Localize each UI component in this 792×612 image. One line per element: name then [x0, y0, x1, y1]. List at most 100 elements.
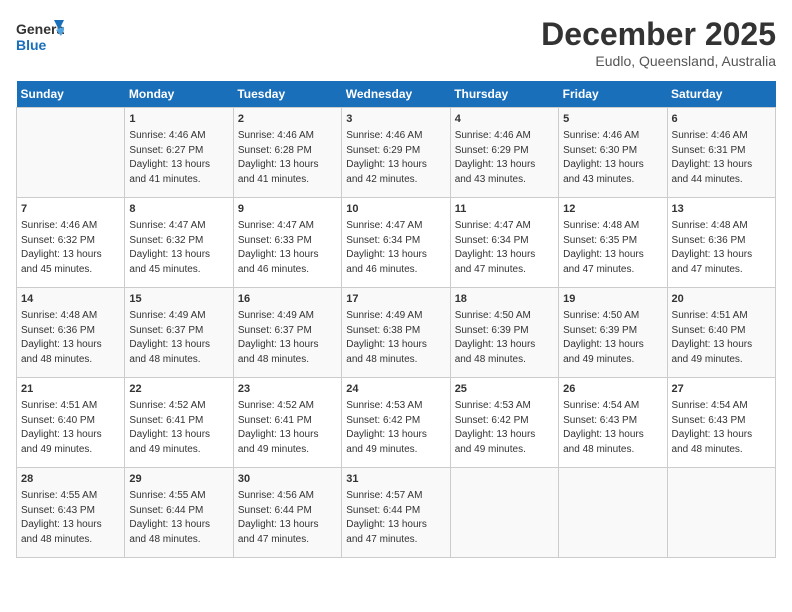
svg-text:Blue: Blue — [16, 37, 47, 53]
cell-content: Sunrise: 4:46 AM Sunset: 6:30 PM Dayligh… — [563, 129, 662, 187]
cell-content: Sunrise: 4:54 AM Sunset: 6:43 PM Dayligh… — [563, 399, 662, 457]
cell-content: Sunrise: 4:47 AM Sunset: 6:34 PM Dayligh… — [455, 219, 554, 277]
day-number: 18 — [455, 292, 554, 307]
day-number: 6 — [672, 112, 771, 127]
calendar-table: SundayMondayTuesdayWednesdayThursdayFrid… — [16, 81, 776, 558]
day-number: 15 — [129, 292, 228, 307]
cell-content: Sunrise: 4:46 AM Sunset: 6:29 PM Dayligh… — [455, 129, 554, 187]
calendar-cell: 5 Sunrise: 4:46 AM Sunset: 6:30 PM Daylig… — [559, 108, 667, 198]
cell-content: Sunrise: 4:55 AM Sunset: 6:43 PM Dayligh… — [21, 489, 120, 547]
day-number: 17 — [346, 292, 445, 307]
calendar-cell: 20 Sunrise: 4:51 AM Sunset: 6:40 PM Dayli… — [667, 288, 775, 378]
calendar-cell — [450, 468, 558, 558]
calendar-cell: 13 Sunrise: 4:48 AM Sunset: 6:36 PM Dayli… — [667, 198, 775, 288]
day-number: 11 — [455, 202, 554, 217]
subtitle: Eudlo, Queensland, Australia — [541, 53, 776, 69]
day-number: 23 — [238, 382, 337, 397]
day-number: 20 — [672, 292, 771, 307]
week-row-1: 1 Sunrise: 4:46 AM Sunset: 6:27 PM Daylig… — [17, 108, 776, 198]
calendar-cell — [559, 468, 667, 558]
cell-content: Sunrise: 4:51 AM Sunset: 6:40 PM Dayligh… — [21, 399, 120, 457]
calendar-cell: 10Sunrise: 4:47 AM Sunset: 6:34 PM Dayli… — [342, 198, 450, 288]
day-number: 31 — [346, 472, 445, 487]
day-number: 16 — [238, 292, 337, 307]
header-cell-sunday: Sunday — [17, 81, 125, 108]
cell-content: Sunrise: 4:46 AM Sunset: 6:32 PM Dayligh… — [21, 219, 120, 277]
cell-content: Sunrise: 4:57 AM Sunset: 6:44 PM Dayligh… — [346, 489, 445, 547]
calendar-cell: 1 Sunrise: 4:46 AM Sunset: 6:27 PM Daylig… — [125, 108, 233, 198]
day-number: 25 — [455, 382, 554, 397]
day-number: 30 — [238, 472, 337, 487]
calendar-cell: 16 Sunrise: 4:49 AM Sunset: 6:37 PM Dayli… — [233, 288, 341, 378]
calendar-cell — [667, 468, 775, 558]
calendar-cell: 7 Sunrise: 4:46 AM Sunset: 6:32 PM Daylig… — [17, 198, 125, 288]
calendar-cell: 23 Sunrise: 4:52 AM Sunset: 6:41 PM Dayli… — [233, 378, 341, 468]
calendar-cell: 30 Sunrise: 4:56 AM Sunset: 6:44 PM Dayli… — [233, 468, 341, 558]
cell-content: Sunrise: 4:48 AM Sunset: 6:36 PM Dayligh… — [672, 219, 771, 277]
calendar-cell: 22 Sunrise: 4:52 AM Sunset: 6:41 PM Dayli… — [125, 378, 233, 468]
header-cell-friday: Friday — [559, 81, 667, 108]
day-number: 26 — [563, 382, 662, 397]
calendar-cell: 14Sunrise: 4:48 AM Sunset: 6:36 PM Dayli… — [17, 288, 125, 378]
calendar-cell: 18 Sunrise: 4:50 AM Sunset: 6:39 PM Dayli… — [450, 288, 558, 378]
cell-content: Sunrise: 4:47 AM Sunset: 6:32 PM Dayligh… — [129, 219, 228, 277]
calendar-cell: 24Sunrise: 4:53 AM Sunset: 6:42 PM Dayli… — [342, 378, 450, 468]
calendar-cell: 8 Sunrise: 4:47 AM Sunset: 6:32 PM Daylig… — [125, 198, 233, 288]
day-number: 21 — [21, 382, 120, 397]
cell-content: Sunrise: 4:50 AM Sunset: 6:39 PM Dayligh… — [455, 309, 554, 367]
cell-content: Sunrise: 4:51 AM Sunset: 6:40 PM Dayligh… — [672, 309, 771, 367]
header-cell-thursday: Thursday — [450, 81, 558, 108]
logo-icon: General Blue — [16, 16, 64, 56]
calendar-cell: 19 Sunrise: 4:50 AM Sunset: 6:39 PM Dayli… — [559, 288, 667, 378]
cell-content: Sunrise: 4:49 AM Sunset: 6:37 PM Dayligh… — [129, 309, 228, 367]
cell-content: Sunrise: 4:47 AM Sunset: 6:34 PM Dayligh… — [346, 219, 445, 277]
cell-content: Sunrise: 4:55 AM Sunset: 6:44 PM Dayligh… — [129, 489, 228, 547]
cell-content: Sunrise: 4:46 AM Sunset: 6:27 PM Dayligh… — [129, 129, 228, 187]
calendar-cell — [17, 108, 125, 198]
header-row: SundayMondayTuesdayWednesdayThursdayFrid… — [17, 81, 776, 108]
cell-content: Sunrise: 4:53 AM Sunset: 6:42 PM Dayligh… — [455, 399, 554, 457]
calendar-cell: 11 Sunrise: 4:47 AM Sunset: 6:34 PM Dayli… — [450, 198, 558, 288]
header-cell-wednesday: Wednesday — [342, 81, 450, 108]
week-row-5: 28Sunrise: 4:55 AM Sunset: 6:43 PM Dayli… — [17, 468, 776, 558]
day-number: 8 — [129, 202, 228, 217]
header-cell-saturday: Saturday — [667, 81, 775, 108]
calendar-cell: 28Sunrise: 4:55 AM Sunset: 6:43 PM Dayli… — [17, 468, 125, 558]
day-number: 2 — [238, 112, 337, 127]
cell-content: Sunrise: 4:46 AM Sunset: 6:31 PM Dayligh… — [672, 129, 771, 187]
header: General Blue December 2025 Eudlo, Queens… — [16, 16, 776, 69]
day-number: 29 — [129, 472, 228, 487]
calendar-cell: 12Sunrise: 4:48 AM Sunset: 6:35 PM Dayli… — [559, 198, 667, 288]
calendar-cell: 31 Sunrise: 4:57 AM Sunset: 6:44 PM Dayli… — [342, 468, 450, 558]
cell-content: Sunrise: 4:54 AM Sunset: 6:43 PM Dayligh… — [672, 399, 771, 457]
cell-content: Sunrise: 4:46 AM Sunset: 6:29 PM Dayligh… — [346, 129, 445, 187]
logo: General Blue — [16, 16, 68, 56]
calendar-cell: 3 Sunrise: 4:46 AM Sunset: 6:29 PM Daylig… — [342, 108, 450, 198]
cell-content: Sunrise: 4:50 AM Sunset: 6:39 PM Dayligh… — [563, 309, 662, 367]
day-number: 7 — [21, 202, 120, 217]
cell-content: Sunrise: 4:56 AM Sunset: 6:44 PM Dayligh… — [238, 489, 337, 547]
cell-content: Sunrise: 4:48 AM Sunset: 6:35 PM Dayligh… — [563, 219, 662, 277]
day-number: 19 — [563, 292, 662, 307]
cell-content: Sunrise: 4:49 AM Sunset: 6:37 PM Dayligh… — [238, 309, 337, 367]
cell-content: Sunrise: 4:47 AM Sunset: 6:33 PM Dayligh… — [238, 219, 337, 277]
calendar-cell: 21 Sunrise: 4:51 AM Sunset: 6:40 PM Dayli… — [17, 378, 125, 468]
calendar-cell: 6 Sunrise: 4:46 AM Sunset: 6:31 PM Daylig… — [667, 108, 775, 198]
day-number: 13 — [672, 202, 771, 217]
cell-content: Sunrise: 4:52 AM Sunset: 6:41 PM Dayligh… — [129, 399, 228, 457]
week-row-3: 14Sunrise: 4:48 AM Sunset: 6:36 PM Dayli… — [17, 288, 776, 378]
day-number: 4 — [455, 112, 554, 127]
cell-content: Sunrise: 4:46 AM Sunset: 6:28 PM Dayligh… — [238, 129, 337, 187]
cell-content: Sunrise: 4:48 AM Sunset: 6:36 PM Dayligh… — [21, 309, 120, 367]
day-number: 22 — [129, 382, 228, 397]
header-cell-tuesday: Tuesday — [233, 81, 341, 108]
calendar-cell: 15 Sunrise: 4:49 AM Sunset: 6:37 PM Dayli… — [125, 288, 233, 378]
day-number: 5 — [563, 112, 662, 127]
day-number: 1 — [129, 112, 228, 127]
week-row-4: 21 Sunrise: 4:51 AM Sunset: 6:40 PM Dayli… — [17, 378, 776, 468]
calendar-cell: 9Sunrise: 4:47 AM Sunset: 6:33 PM Daylig… — [233, 198, 341, 288]
cell-content: Sunrise: 4:52 AM Sunset: 6:41 PM Dayligh… — [238, 399, 337, 457]
calendar-cell: 17Sunrise: 4:49 AM Sunset: 6:38 PM Dayli… — [342, 288, 450, 378]
day-number: 3 — [346, 112, 445, 127]
month-title: December 2025 — [541, 16, 776, 53]
